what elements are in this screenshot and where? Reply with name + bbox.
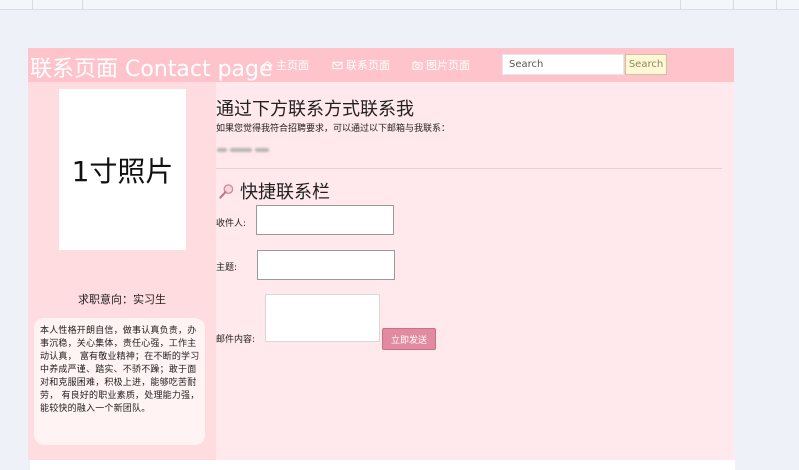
subject-label: 主题:: [216, 263, 238, 273]
quick-contact-heading: 快捷联系栏: [218, 178, 330, 204]
image-icon: [412, 60, 423, 70]
quick-contact-title: 快捷联系栏: [240, 182, 330, 203]
strip-divider: [680, 0, 681, 10]
section-divider: [216, 168, 722, 169]
browser-top-strip: [0, 0, 799, 10]
recipient-input[interactable]: [256, 205, 394, 235]
magnifier-icon: [219, 183, 234, 199]
brand-title: 联系页面 Contact page: [30, 57, 273, 82]
mail-content-textarea[interactable]: [265, 294, 380, 342]
bottom-strip: [30, 460, 735, 470]
redacted-mark: [230, 148, 252, 152]
redacted-mark: [255, 148, 269, 152]
content-label: 邮件内容:: [216, 335, 256, 345]
redacted-email: [217, 145, 277, 155]
strip-divider: [32, 0, 33, 10]
self-introduction: 本人性格开朗自信，做事认真负责，办事沉稳，关心集体，责任心强，工作主动认真， 富…: [34, 318, 205, 445]
nav-images[interactable]: 图片页面: [412, 57, 470, 73]
nav-contact[interactable]: 联系页面: [332, 57, 390, 73]
subject-input[interactable]: [257, 250, 395, 280]
profile-sidebar: 1寸照片 求职意向：实习生 本人性格开朗自信，做事认真负责，办事沉稳，关心集体，…: [28, 82, 216, 460]
strip-divider: [82, 0, 83, 10]
contact-heading: 通过下方联系方式联系我: [216, 99, 414, 120]
strip-divider: [776, 0, 777, 10]
redacted-mark: [217, 148, 227, 152]
nav-home[interactable]: 主页面: [262, 57, 309, 73]
contact-page: 联系页面 Contact page 主页面 联系页面 图片页面 Search S…: [28, 48, 734, 460]
recipient-label: 收件人:: [216, 219, 247, 229]
nav-images-label: 图片页面: [426, 59, 470, 72]
search-button[interactable]: Search: [625, 54, 667, 75]
strip-divider: [733, 0, 734, 10]
home-icon: [262, 60, 273, 70]
search-input[interactable]: [502, 54, 624, 75]
mail-icon: [332, 61, 343, 69]
job-objective: 求职意向：实习生: [78, 293, 166, 306]
nav-contact-label: 联系页面: [346, 59, 390, 72]
send-button[interactable]: 立即发送: [382, 328, 436, 350]
contact-description: 如果您觉得我符合招聘要求，可以通过以下邮箱与我联系：: [216, 124, 451, 134]
header-bar: 联系页面 Contact page 主页面 联系页面 图片页面 Search: [28, 48, 734, 82]
profile-photo-placeholder: 1寸照片: [59, 89, 186, 250]
photo-label: 1寸照片: [71, 154, 174, 188]
nav-home-label: 主页面: [276, 59, 309, 72]
